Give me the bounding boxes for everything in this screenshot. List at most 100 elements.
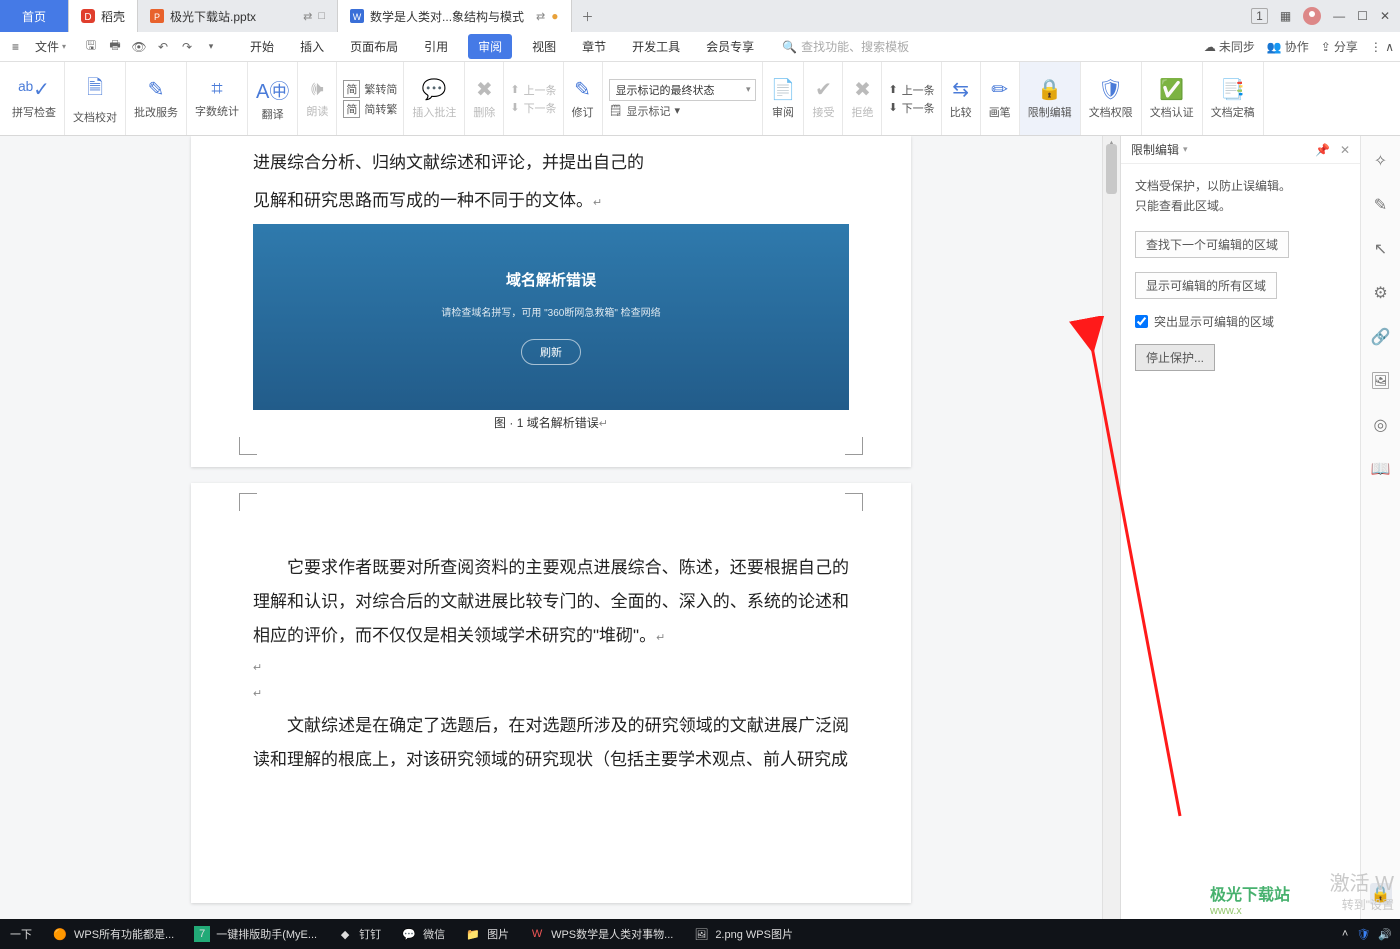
trad-to-simp[interactable]: 简简转繁 [343,100,397,118]
delete-comment-button[interactable]: ✖删除 [465,62,504,135]
tab-docer[interactable]: D 稻壳 [69,0,138,32]
find-next-region-button[interactable]: 查找下一个可编辑的区域 [1135,231,1289,258]
tab-review[interactable]: 审阅 [468,34,512,59]
new-tab-button[interactable]: ＋ [572,8,604,25]
tab-home[interactable]: 首页 [0,0,69,32]
tab-devtools[interactable]: 开发工具 [626,34,686,59]
delete-icon: ✖ [476,77,493,102]
avatar-icon[interactable] [1303,7,1321,25]
scrollbar-thumb[interactable] [1106,144,1117,194]
paragraph: 进展综合分析、归纳文献综述和评论，并提出自己的 [253,146,849,180]
wordcount-button[interactable]: ⌗字数统计 [187,62,248,135]
reject-button[interactable]: ✖拒绝 [843,62,882,135]
svg-text:D: D [84,12,91,23]
tab-sync-icon[interactable]: ⇄ [536,10,545,23]
figure-caption: 图 · 1 域名解析错误↵ [253,414,849,431]
tab-view[interactable]: 视图 [526,34,562,59]
file-menu[interactable]: 文件▾ [29,36,72,57]
tab-layout[interactable]: 页面布局 [344,34,404,59]
maximize-button[interactable]: ☐ [1357,9,1368,23]
revise-icon: ✎ [574,77,591,102]
stop-protection-button[interactable]: 停止保护... [1135,344,1215,371]
restrict-edit-button[interactable]: 🔒限制编辑 [1020,62,1081,135]
doc-permission-button[interactable]: 🛡文档权限 [1081,62,1142,135]
qat-save-icon[interactable]: 🖫 [82,38,100,56]
more-menu[interactable]: ⋮ ∧ [1370,40,1394,54]
tab-pptx[interactable]: P 极光下载站.pptx ⇄ □ [138,0,338,32]
pin-icon[interactable]: 📌 [1315,143,1330,157]
next-change[interactable]: ⬇ 下一条 [888,100,934,116]
share-button[interactable]: ⇪分享 [1321,38,1358,55]
tab-sync-icon[interactable]: ⇄ [303,10,312,23]
lock-tool-icon[interactable]: 🔒 [1370,883,1392,905]
apps-icon[interactable]: ▦ [1280,9,1291,23]
qat-redo-icon[interactable]: ↷ [178,38,196,56]
highlight-regions-checkbox[interactable]: 突出显示可编辑的区域 [1135,313,1346,330]
tab-chapter[interactable]: 章节 [576,34,612,59]
prev-comment[interactable]: ⬆ 上一条 [510,82,556,98]
readaloud-button[interactable]: 🕪朗读 [298,62,337,135]
show-all-regions-button[interactable]: 显示可编辑的所有区域 [1135,272,1277,299]
qat-print-icon[interactable]: 🖶 [106,38,124,56]
prev-change[interactable]: ⬆ 上一条 [888,82,934,98]
tab-references[interactable]: 引用 [418,34,454,59]
show-marks[interactable]: 🗒 显示标记 ▾ [609,103,756,119]
vertical-scrollbar[interactable]: ▲ [1102,136,1120,919]
task-pictures[interactable]: 📁图片 [455,919,519,949]
tab-active-doc[interactable]: W 数学是人类对...象结构与模式 ⇄ ● [338,0,571,32]
review-pane-button[interactable]: 📄审阅 [763,62,805,135]
pen-button[interactable]: ✏画笔 [981,62,1020,135]
counter-badge[interactable]: 1 [1251,8,1268,24]
tab-close-icon[interactable]: □ [318,10,325,22]
sync-button[interactable]: ☁未同步 [1204,38,1255,55]
settings-tool-icon[interactable]: ⚙ [1370,282,1392,304]
tray-sound-icon[interactable]: 🔊 [1378,928,1392,941]
close-panel-icon[interactable]: ✕ [1340,143,1350,157]
tray-shield-icon[interactable]: 🛡 [1356,928,1370,941]
close-button[interactable]: ✕ [1380,9,1390,23]
link-tool-icon[interactable]: 🔗 [1370,326,1392,348]
qat-dropdown-icon[interactable]: ▾ [202,38,220,56]
doc-cert-button[interactable]: ✅文档认证 [1142,62,1203,135]
next-comment[interactable]: ⬇ 下一条 [510,100,556,116]
finalize-icon: 📑 [1220,77,1245,102]
tab-member[interactable]: 会员专享 [700,34,760,59]
tray-up-icon[interactable]: ˄ [1342,928,1348,940]
insert-comment-button[interactable]: 💬插入批注 [404,62,465,135]
task-wps-doc[interactable]: WWPS数学是人类对事物... [519,919,683,949]
doc-finalize-button[interactable]: 📑文档定稿 [1203,62,1264,135]
qat-undo-icon[interactable]: ↶ [154,38,172,56]
checkbox-input[interactable] [1135,315,1148,328]
document-canvas[interactable]: 进展综合分析、归纳文献综述和评论，并提出自己的 见解和研究思路而写成的一种不同于… [0,136,1102,919]
track-changes-button[interactable]: ✎修订 [564,62,603,135]
pencil-tool-icon[interactable]: ✎ [1370,194,1392,216]
simp-to-trad[interactable]: 简繁转简 [343,80,397,98]
target-tool-icon[interactable]: ◎ [1370,414,1392,436]
system-tray[interactable]: ˄ 🛡 🔊 [1334,928,1400,941]
select-tool-icon[interactable]: ✧ [1370,150,1392,172]
coop-button[interactable]: 👥协作 [1267,38,1309,55]
image-tool-icon[interactable]: 🖼 [1370,370,1392,392]
accept-button[interactable]: ✔接受 [804,62,843,135]
search-input[interactable]: 🔍 查找功能、搜索模板 [782,38,909,55]
task-layout-helper[interactable]: 7一键排版助手(MyE... [184,919,327,949]
translate-button[interactable]: A㊥翻译 [248,62,298,135]
display-state-select[interactable]: 显示标记的最终状态 [609,79,756,101]
task-dingtalk[interactable]: ◆钉钉 [327,919,391,949]
minimize-button[interactable]: — [1333,9,1345,23]
correction-service-button[interactable]: ✎批改服务 [126,62,187,135]
book-tool-icon[interactable]: 📖 [1370,458,1392,480]
task-wechat[interactable]: 💬微信 [391,919,455,949]
tab-start[interactable]: 开始 [244,34,280,59]
spellcheck-button[interactable]: ᵃᵇ✓拼写检查 [4,62,65,135]
hamburger-menu[interactable]: ≡ [6,38,25,56]
proof-button[interactable]: 🗎文档校对 [65,62,126,135]
tab-insert[interactable]: 插入 [294,34,330,59]
task-wps-image[interactable]: 🖼2.png WPS图片 [683,919,803,949]
task-start[interactable]: 一下 [0,919,42,949]
panel-title[interactable]: 限制编辑▾ [1131,141,1188,158]
compare-button[interactable]: ⇆比较 [942,62,981,135]
qat-preview-icon[interactable]: 👁 [130,38,148,56]
cursor-tool-icon[interactable]: ↖ [1370,238,1392,260]
task-browser[interactable]: 🟠WPS所有功能都是... [42,919,184,949]
